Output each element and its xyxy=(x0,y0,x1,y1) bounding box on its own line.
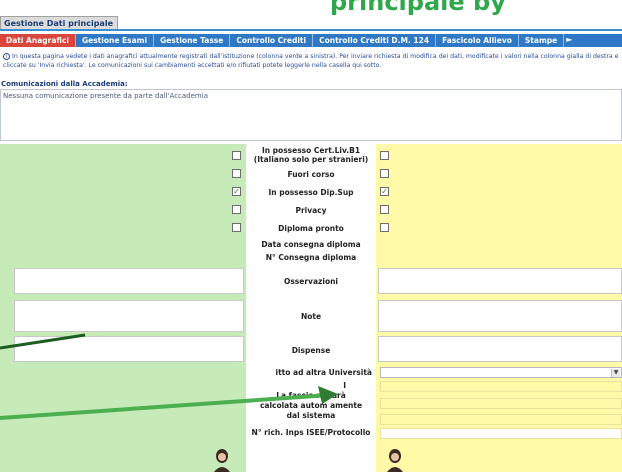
info-icon: i xyxy=(3,53,10,60)
checkbox-privacy-request[interactable] xyxy=(380,205,389,214)
fascia-field-2[interactable] xyxy=(380,398,622,409)
communications-box: Nessuna comunicazione presente da parte … xyxy=(0,89,622,141)
isee-protocollo-field[interactable] xyxy=(380,428,622,439)
checkbox-cert-b1-request[interactable] xyxy=(380,151,389,160)
fascia-field-1[interactable] xyxy=(380,381,622,392)
checkbox-cert-b1-current xyxy=(232,151,241,160)
title-underline xyxy=(0,29,622,31)
label-fascia-line3: calcolata autom amente xyxy=(259,401,363,410)
checkbox-fuori-corso-request[interactable] xyxy=(380,169,389,178)
tab-controllo-crediti[interactable]: Controllo Crediti xyxy=(230,34,314,47)
checkbox-diploma-pronto-request[interactable] xyxy=(380,223,389,232)
label-dispense: Dispense xyxy=(291,346,331,355)
tab-scroll-right-icon[interactable]: ► xyxy=(564,34,576,47)
osservazioni-current-field xyxy=(14,268,244,294)
label-privacy: Privacy xyxy=(295,206,327,215)
checkbox-privacy-current xyxy=(232,205,241,214)
label-cert-b1-line2: (Italiano solo per stranieri) xyxy=(253,155,369,164)
label-osservazioni: Osservazioni xyxy=(283,277,339,286)
label-cert-b1-line1: In possesso Cert.Liv.B1 xyxy=(261,146,361,155)
dropdown-arrow-icon: ▼ xyxy=(611,369,620,377)
info-box: i In questa pagina vedete i dati anagrafi… xyxy=(0,50,622,78)
student-photo-request-icon xyxy=(387,449,403,472)
dispense-current-field xyxy=(14,336,244,362)
label-iscritto-altra-universita: itto ad altra Università xyxy=(275,368,373,377)
label-fuori-corso: Fuori corso xyxy=(287,170,335,179)
student-photo-current-icon xyxy=(214,449,230,472)
label-dip-sup: In possesso Dip.Sup xyxy=(268,188,354,197)
dispense-request-field[interactable] xyxy=(378,336,622,362)
label-diploma-pronto: Diploma pronto xyxy=(278,224,344,233)
checkbox-dip-sup-request[interactable]: ✓ xyxy=(380,187,389,196)
note-current-field xyxy=(14,300,244,332)
label-cert-b1: In possesso Cert.Liv.B1 (Italiano solo p… xyxy=(246,146,376,164)
tab-stampe[interactable]: Stampe xyxy=(519,34,565,47)
tab-dati-anagrafici[interactable]: Dati Anagrafici xyxy=(0,34,76,47)
tab-controllo-crediti-dm124[interactable]: Controllo Crediti D.M. 124 xyxy=(313,34,437,47)
tab-bar: Dati Anagrafici Gestione Esami Gestione … xyxy=(0,34,622,47)
tab-gestione-esami[interactable]: Gestione Esami xyxy=(76,34,155,47)
note-request-field[interactable] xyxy=(378,300,622,332)
label-fascia-line1: I xyxy=(343,381,346,390)
label-data-consegna: Data consegna diploma xyxy=(261,240,361,249)
communications-text: Nessuna comunicazione presente da parte … xyxy=(3,92,208,100)
banner-text: principale by xyxy=(330,0,506,16)
communications-label: Comunicazioni dalla Accademia: xyxy=(1,80,128,88)
osservazioni-request-field[interactable] xyxy=(378,268,622,294)
tab-fascicolo-allievo[interactable]: Fascicolo Allievo xyxy=(436,34,519,47)
panel-title: Gestione Dati principale xyxy=(0,16,118,30)
fascia-field-3[interactable] xyxy=(380,414,622,425)
iscritto-altra-universita-select[interactable]: ▼ xyxy=(380,367,622,378)
label-isee-protocollo: N° rich. Inps ISEE/Protocollo xyxy=(251,428,371,437)
label-n-consegna: N° Consegna diploma xyxy=(265,253,357,262)
label-fascia-line2: La fascia re sarà xyxy=(276,391,346,400)
label-fascia-line4: dal sistema xyxy=(286,411,336,420)
tab-gestione-tasse[interactable]: Gestione Tasse xyxy=(154,34,231,47)
banner-strip: principale by xyxy=(0,0,622,16)
checkbox-diploma-pronto-current xyxy=(232,223,241,232)
checkbox-dip-sup-current: ✓ xyxy=(232,187,241,196)
label-note: Note xyxy=(300,312,322,321)
info-text: In questa pagina vedete i dati anagrafic… xyxy=(3,53,619,69)
checkbox-fuori-corso-current xyxy=(232,169,241,178)
